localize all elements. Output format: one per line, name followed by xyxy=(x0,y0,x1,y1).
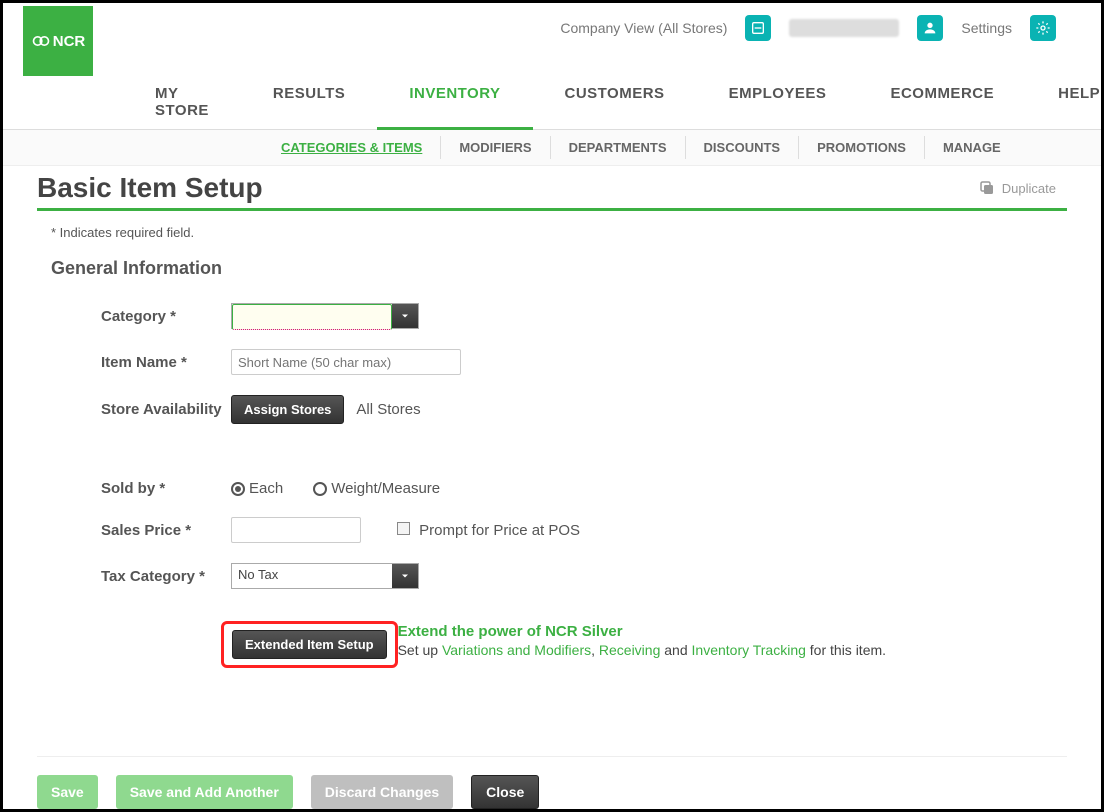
company-icon[interactable] xyxy=(745,15,771,41)
sales-price-label: Sales Price * xyxy=(101,522,231,539)
tab-ecommerce[interactable]: ECOMMERCE xyxy=(858,77,1026,129)
extended-item-setup-button[interactable]: Extended Item Setup xyxy=(232,630,387,659)
sold-by-radio-weight[interactable]: Weight/Measure xyxy=(313,480,440,497)
subtab-manage[interactable]: MANAGE xyxy=(925,136,1019,159)
sold-by-radio-each[interactable]: Each xyxy=(231,480,283,497)
chevron-down-icon[interactable] xyxy=(392,304,418,328)
page-title: Basic Item Setup xyxy=(37,172,263,204)
sold-by-radio-weight-label: Weight/Measure xyxy=(331,480,440,497)
tax-category-value: No Tax xyxy=(232,564,392,588)
brand-text: NCR xyxy=(53,33,86,50)
category-input[interactable] xyxy=(232,304,392,330)
main-nav: MY STORE RESULTS INVENTORY CUSTOMERS EMP… xyxy=(3,47,1101,130)
tab-employees[interactable]: EMPLOYEES xyxy=(697,77,859,129)
sales-price-input[interactable] xyxy=(231,517,361,543)
form-scroll-area[interactable]: * Indicates required field. General Info… xyxy=(37,211,1067,756)
save-and-add-button[interactable]: Save and Add Another xyxy=(116,775,293,809)
gear-icon[interactable] xyxy=(1030,15,1056,41)
item-name-label: Item Name * xyxy=(101,354,231,371)
duplicate-label: Duplicate xyxy=(1002,181,1056,196)
prompt-price-label: Prompt for Price at POS xyxy=(419,522,580,539)
item-name-input[interactable] xyxy=(231,349,461,375)
radio-icon xyxy=(313,482,327,496)
discard-changes-button[interactable]: Discard Changes xyxy=(311,775,453,809)
brand-logo: NCR xyxy=(23,6,93,76)
tab-help[interactable]: HELP xyxy=(1026,77,1104,129)
subtab-discounts[interactable]: DISCOUNTS xyxy=(686,136,800,159)
extended-headline: Extend the power of NCR Silver xyxy=(398,623,886,640)
sub-nav: CATEGORIES & ITEMS MODIFIERS DEPARTMENTS… xyxy=(3,130,1101,166)
close-button[interactable]: Close xyxy=(471,775,539,809)
save-button[interactable]: Save xyxy=(37,775,98,809)
prompt-price-checkbox[interactable]: Prompt for Price at POS xyxy=(397,522,580,539)
user-icon[interactable] xyxy=(917,15,943,41)
category-dropdown[interactable] xyxy=(231,303,419,329)
subtab-modifiers[interactable]: MODIFIERS xyxy=(441,136,550,159)
duplicate-button[interactable]: Duplicate xyxy=(978,179,1056,197)
user-name-blurred xyxy=(789,19,899,37)
tab-my-store[interactable]: MY STORE xyxy=(123,77,241,129)
company-view-label[interactable]: Company View (All Stores) xyxy=(560,20,727,36)
tab-customers[interactable]: CUSTOMERS xyxy=(533,77,697,129)
subtab-departments[interactable]: DEPARTMENTS xyxy=(551,136,686,159)
checkbox-icon xyxy=(397,522,410,535)
store-availability-text: All Stores xyxy=(356,401,420,418)
required-note: * Indicates required field. xyxy=(51,225,1057,240)
store-availability-label: Store Availability xyxy=(101,401,231,418)
sold-by-radio-each-label: Each xyxy=(249,480,283,497)
subtab-promotions[interactable]: PROMOTIONS xyxy=(799,136,925,159)
link-inventory-tracking[interactable]: Inventory Tracking xyxy=(692,642,806,658)
footer-buttons: Save Save and Add Another Discard Change… xyxy=(3,757,1101,809)
tab-inventory[interactable]: INVENTORY xyxy=(377,77,532,130)
duplicate-icon xyxy=(978,179,996,197)
tax-category-label: Tax Category * xyxy=(101,568,231,585)
link-variations-modifiers[interactable]: Variations and Modifiers xyxy=(442,642,591,658)
tab-results[interactable]: RESULTS xyxy=(241,77,377,129)
subtab-categories-items[interactable]: CATEGORIES & ITEMS xyxy=(263,136,441,159)
link-receiving[interactable]: Receiving xyxy=(599,642,660,658)
extended-setup-highlight: Extended Item Setup xyxy=(221,621,398,668)
assign-stores-button[interactable]: Assign Stores xyxy=(231,395,344,424)
extended-description: Set up Variations and Modifiers, Receivi… xyxy=(398,642,886,658)
sold-by-label: Sold by * xyxy=(101,480,231,497)
category-label: Category * xyxy=(101,308,231,325)
settings-link[interactable]: Settings xyxy=(961,20,1012,36)
radio-icon xyxy=(231,482,245,496)
tax-category-dropdown[interactable]: No Tax xyxy=(231,563,419,589)
section-title: General Information xyxy=(51,258,1057,279)
chevron-down-icon[interactable] xyxy=(392,564,418,588)
